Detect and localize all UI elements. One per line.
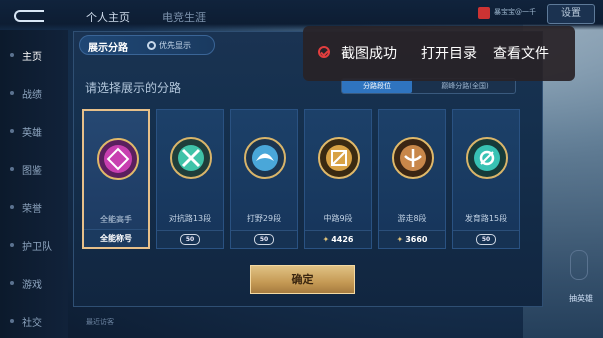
gear-icon[interactable] <box>147 41 156 50</box>
bullet-icon <box>10 167 14 171</box>
sidebar-item-heroes[interactable]: 英雄 <box>0 124 68 139</box>
bullet-icon <box>10 91 14 95</box>
lane-card-all-round[interactable]: 全能高手 全能称号 <box>82 109 150 249</box>
bullet-icon <box>10 319 14 323</box>
bullet-icon <box>10 281 14 285</box>
lane-card-foot: 50 <box>231 230 297 248</box>
sidebar-item-label: 荣誉 <box>22 204 42 215</box>
farm-lane-badge-icon <box>466 137 508 179</box>
user-snippet: 暴宝宝@一千 <box>494 8 536 16</box>
check-circle-icon <box>318 46 330 58</box>
select-lane-prompt: 请选择展示的分路 <box>85 81 182 95</box>
lane-card-clash[interactable]: 对抗路13段 50 <box>156 109 224 249</box>
roam-badge-icon <box>392 137 434 179</box>
sidebar-item-label: 英雄 <box>22 128 42 139</box>
tab-personal-home[interactable]: 个人主页 <box>86 9 130 25</box>
lane-card-label: 全能高手 <box>100 215 132 224</box>
mid-lane-badge-icon <box>318 137 360 179</box>
lane-card-roam[interactable]: 游走8段 ✦ 3660 <box>378 109 446 249</box>
back-arrow-icon[interactable] <box>14 8 48 22</box>
user-info: 暴宝宝@一千 <box>478 3 540 25</box>
confirm-button[interactable]: 确定 <box>250 265 355 294</box>
bullet-icon <box>10 129 14 133</box>
all-round-badge-icon <box>97 138 139 180</box>
bullet-icon <box>10 53 14 57</box>
rank-badge: 50 <box>254 234 274 245</box>
sidebar-item-social[interactable]: 社交 <box>0 314 68 329</box>
peak-points: 3660 <box>405 235 428 244</box>
switch-lane-rank[interactable]: 分路段位 <box>342 79 412 93</box>
lane-card-farm[interactable]: 发育路15段 50 <box>452 109 520 249</box>
all-round-title: 全能称号 <box>100 234 132 243</box>
lane-card-label: 中路9段 <box>323 214 353 223</box>
tab-esports-career[interactable]: 电竞生涯 <box>162 9 206 25</box>
lane-card-jungle[interactable]: 打野29段 50 <box>230 109 298 249</box>
toast-message: 截图成功 <box>341 46 397 62</box>
sidebar-item-record[interactable]: 战绩 <box>0 86 68 101</box>
avatar <box>478 7 490 19</box>
priority-display-label[interactable]: 优先显示 <box>159 40 191 51</box>
lane-card-label: 打野29段 <box>246 214 282 223</box>
lane-card-label: 发育路15段 <box>464 214 508 223</box>
sidebar: 主页 战绩 英雄 图鉴 荣誉 护卫队 游戏 社交 <box>0 30 68 338</box>
rank-badge: 50 <box>180 234 200 245</box>
lane-card-foot: ✦ 4426 <box>305 230 371 248</box>
sidebar-item-guard[interactable]: 护卫队 <box>0 238 68 253</box>
lane-card-foot: 全能称号 <box>84 229 148 247</box>
bullet-icon <box>10 243 14 247</box>
sidebar-item-honor[interactable]: 荣誉 <box>0 200 68 215</box>
sidebar-item-codex[interactable]: 图鉴 <box>0 162 68 177</box>
sidebar-item-games[interactable]: 游戏 <box>0 276 68 291</box>
panel-title-pill: 展示分路 优先显示 <box>79 35 215 55</box>
bullet-icon <box>10 205 14 209</box>
clash-lane-badge-icon <box>170 137 212 179</box>
panel-title: 展示分路 <box>88 43 128 54</box>
recent-visitors-label: 最近访客 <box>86 318 114 326</box>
sidebar-item-label: 护卫队 <box>22 242 52 253</box>
sidebar-item-label: 图鉴 <box>22 166 42 177</box>
lane-card-foot: 50 <box>453 230 519 248</box>
view-file-link[interactable]: 查看文件 <box>493 43 549 63</box>
peak-points-icon: ✦ <box>322 235 330 244</box>
sidebar-item-label: 主页 <box>22 52 42 63</box>
lane-card-mid[interactable]: 中路9段 ✦ 4426 <box>304 109 372 249</box>
lane-card-label: 游走8段 <box>397 214 427 223</box>
lane-card-foot: ✦ 3660 <box>379 230 445 248</box>
bottom-bar: 最近访客 <box>68 307 548 338</box>
peak-points-icon: ✦ <box>396 235 404 244</box>
open-directory-link[interactable]: 打开目录 <box>421 43 477 63</box>
scroll-handle[interactable] <box>570 250 588 280</box>
sidebar-item-label: 游戏 <box>22 280 42 291</box>
lane-card-foot: 50 <box>157 230 223 248</box>
sidebar-item-label: 社交 <box>22 318 42 329</box>
screenshot-toast: 截图成功 打开目录 查看文件 <box>303 26 575 81</box>
peak-points: 4426 <box>331 235 354 244</box>
jungle-badge-icon <box>244 137 286 179</box>
draw-hero-button[interactable]: 抽英雄 <box>563 293 599 304</box>
sidebar-item-label: 战绩 <box>22 90 42 101</box>
sidebar-item-home[interactable]: 主页 <box>0 48 68 63</box>
rank-badge: 50 <box>476 234 496 245</box>
lane-card-label: 对抗路13段 <box>168 214 212 223</box>
settings-button[interactable]: 设置 <box>547 4 595 24</box>
switch-peak-lane[interactable]: 巅峰分路(全国) <box>414 79 516 93</box>
